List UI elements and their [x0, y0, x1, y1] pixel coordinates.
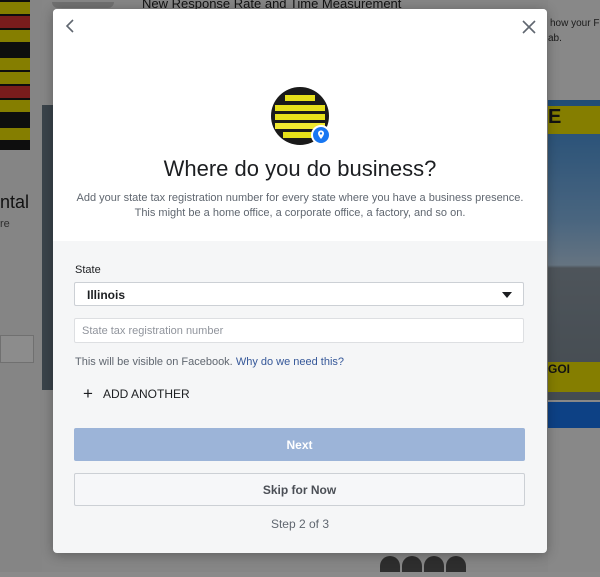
- business-location-dialog: Where do you do business? Add your state…: [53, 9, 547, 553]
- caret-down-icon: [502, 292, 512, 298]
- tax-registration-input[interactable]: [74, 318, 524, 343]
- subtitle-line-2: This might be a home office, a corporate…: [134, 207, 466, 219]
- state-selected-value: Illinois: [87, 288, 126, 302]
- add-another-label: ADD ANOTHER: [103, 386, 190, 401]
- page-avatar: [271, 87, 331, 145]
- chevron-left-icon[interactable]: [62, 17, 80, 35]
- visibility-note: This will be visible on Facebook. Why do…: [75, 356, 344, 368]
- skip-for-now-button[interactable]: Skip for Now: [74, 473, 525, 506]
- dialog-title: Where do you do business?: [163, 156, 437, 181]
- state-dropdown[interactable]: Illinois: [74, 282, 524, 306]
- step-indicator: Step 2 of 3: [270, 517, 330, 531]
- state-label: State: [75, 264, 101, 276]
- dialog-subtitle: Add your state tax registration number f…: [53, 191, 547, 221]
- location-pin-icon: [311, 125, 331, 145]
- add-another-button[interactable]: + ADD ANOTHER: [83, 385, 190, 403]
- subtitle-line-1: Add your state tax registration number f…: [76, 192, 524, 204]
- why-link[interactable]: Why do we need this?: [236, 356, 344, 368]
- close-icon[interactable]: [520, 18, 538, 36]
- plus-icon: +: [83, 383, 93, 403]
- visibility-note-text: This will be visible on Facebook.: [75, 356, 233, 368]
- next-button[interactable]: Next: [74, 428, 525, 461]
